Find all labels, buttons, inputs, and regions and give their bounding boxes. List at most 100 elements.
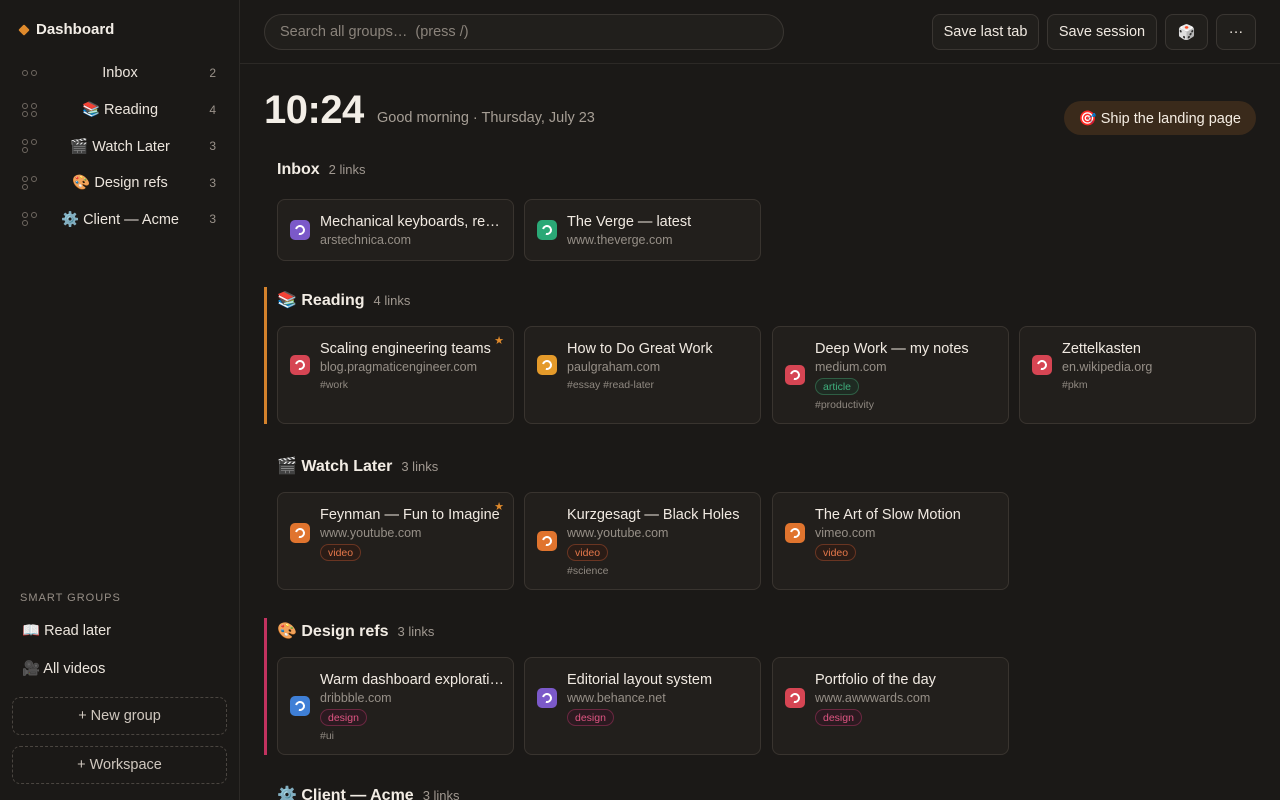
- group-inbox: Inbox 2 links Mechanical keyboards, revi…: [264, 161, 1256, 261]
- more-icon[interactable]: ···: [1216, 14, 1256, 50]
- link-domain: dribbble.com: [320, 691, 392, 705]
- sidebar-item-design-refs[interactable]: 🎨 Design refs 3: [12, 165, 228, 202]
- group-link-count: 3 links: [401, 459, 439, 474]
- sidebar-item-count: 3: [209, 175, 216, 190]
- link-card[interactable]: Feynman — Fun to Imagine www.youtube.com…: [277, 492, 514, 590]
- link-title: Deep Work — my notes: [815, 341, 969, 357]
- sidebar-item-watch-later[interactable]: 🎬 Watch Later 3: [12, 128, 228, 165]
- favicon-icon: [537, 355, 557, 375]
- link-domain: medium.com: [815, 360, 887, 374]
- group-header[interactable]: ⚙️ Client — Acme 3 links: [277, 785, 460, 800]
- sidebar-item-label: 🎬 Watch Later: [70, 138, 170, 155]
- favicon-icon: [785, 688, 805, 708]
- link-card[interactable]: Kurzgesagt — Black Holes www.youtube.com…: [524, 492, 761, 590]
- sidebar-item-count: 4: [209, 102, 216, 117]
- link-card[interactable]: How to Do Great Work paulgraham.com #ess…: [524, 326, 761, 424]
- group-title: Inbox: [277, 161, 320, 178]
- favicon-icon: [785, 523, 805, 543]
- brand-diamond-icon: [18, 23, 30, 36]
- link-title: Scaling engineering teams: [320, 341, 491, 357]
- type-badge: video: [567, 544, 609, 561]
- group-title: ⚙️ Client — Acme: [277, 787, 414, 800]
- group-header[interactable]: Inbox 2 links: [277, 161, 366, 179]
- smart-groups-heading: SMART GROUPS: [20, 592, 121, 604]
- star-icon[interactable]: ★: [494, 500, 504, 513]
- sidebar-item-count: 3: [209, 212, 216, 227]
- link-tags: #essay #read-later: [567, 379, 654, 391]
- link-domain: www.awwwards.com: [815, 691, 931, 705]
- favicon-icon: [290, 220, 310, 240]
- type-badge: design: [320, 709, 367, 726]
- sidebar-item-inbox[interactable]: Inbox 2: [12, 55, 228, 92]
- dice-icon[interactable]: 🎲: [1165, 14, 1208, 50]
- link-tags: #ui: [320, 730, 335, 742]
- greeting: Good morning · Thursday, July 23: [377, 110, 595, 126]
- group-title: 🎬 Watch Later: [277, 458, 393, 475]
- link-domain: en.wikipedia.org: [1062, 360, 1153, 374]
- sidebar: Dashboard Inbox 2 📚 Reading 4 🎬 Watch La…: [0, 0, 240, 800]
- link-title: Warm dashboard exploration: [320, 672, 505, 688]
- group-link-count: 2 links: [328, 162, 366, 177]
- new-workspace-button[interactable]: + Workspace: [12, 746, 227, 784]
- group-client-acme: ⚙️ Client — Acme 3 links: [264, 785, 1256, 800]
- link-title: Zettelkasten: [1062, 341, 1141, 357]
- link-domain: blog.pragmaticengineer.com: [320, 360, 478, 374]
- sidebar-item-label: 🎨 Design refs: [72, 175, 168, 192]
- group-link-count: 3 links: [422, 788, 460, 800]
- type-badge: video: [815, 544, 857, 561]
- favicon-icon: [1032, 355, 1052, 375]
- type-badge: video: [320, 544, 362, 561]
- focus-goal-pill[interactable]: 🎯 Ship the landing page: [1063, 101, 1256, 135]
- favicon-icon: [537, 688, 557, 708]
- link-domain: www.youtube.com: [320, 526, 422, 540]
- group-header[interactable]: 🎬 Watch Later 3 links: [277, 456, 438, 476]
- save-last-tab-button[interactable]: Save last tab: [932, 14, 1039, 50]
- group-header[interactable]: 🎨 Design refs 3 links: [277, 621, 434, 641]
- sidebar-item-client-acme[interactable]: ⚙️ Client — Acme 3: [12, 201, 228, 238]
- type-badge: design: [815, 709, 862, 726]
- link-card[interactable]: Portfolio of the day www.awwwards.com de…: [772, 657, 1009, 755]
- favicon-icon: [290, 523, 310, 543]
- link-card[interactable]: The Art of Slow Motion vimeo.com video: [772, 492, 1009, 590]
- link-card[interactable]: Warm dashboard exploration dribbble.com …: [277, 657, 514, 755]
- link-tags: #science: [567, 565, 609, 577]
- main-content: 10:24 Good morning · Thursday, July 23 🎯…: [240, 64, 1280, 800]
- link-domain: www.behance.net: [567, 691, 666, 705]
- group-link-count: 4 links: [373, 293, 411, 308]
- link-title: How to Do Great Work: [567, 341, 713, 357]
- link-card[interactable]: Zettelkasten en.wikipedia.org #pkm: [1019, 326, 1256, 424]
- group-header[interactable]: 📚 Reading 4 links: [277, 290, 410, 310]
- link-domain: vimeo.com: [815, 526, 876, 540]
- favicon-icon: [785, 365, 805, 385]
- link-title: Mechanical keyboards, reviewed: [320, 214, 505, 230]
- save-session-button[interactable]: Save session: [1047, 14, 1157, 50]
- link-card[interactable]: Deep Work — my notes medium.com article …: [772, 326, 1009, 424]
- sidebar-item-reading[interactable]: 📚 Reading 4: [12, 92, 228, 129]
- link-card[interactable]: Scaling engineering teams blog.pragmatic…: [277, 326, 514, 424]
- search-input[interactable]: [264, 14, 784, 50]
- link-card[interactable]: The Verge — latest www.theverge.com: [524, 199, 761, 261]
- brand[interactable]: Dashboard: [18, 21, 115, 38]
- smart-group-all-videos[interactable]: 🎥 All videos: [22, 660, 105, 677]
- link-domain: www.theverge.com: [567, 233, 673, 247]
- group-nav: Inbox 2 📚 Reading 4 🎬 Watch Later 3 🎨 De…: [12, 55, 228, 238]
- link-domain: paulgraham.com: [567, 360, 661, 374]
- favicon-icon: [290, 696, 310, 716]
- group-title: 📚 Reading: [277, 292, 365, 309]
- sidebar-item-label: 📚 Reading: [81, 102, 159, 119]
- link-title: Feynman — Fun to Imagine: [320, 507, 500, 523]
- link-card[interactable]: Editorial layout system www.behance.net …: [524, 657, 761, 755]
- sidebar-item-label: ⚙️ Client — Acme: [61, 211, 179, 228]
- link-tags: #pkm: [1062, 379, 1088, 391]
- type-badge: article: [815, 378, 860, 395]
- star-icon[interactable]: ★: [494, 334, 504, 347]
- favicon-icon: [537, 531, 557, 551]
- brand-label: Dashboard: [36, 21, 115, 38]
- link-title: The Verge — latest: [567, 214, 692, 230]
- new-group-button[interactable]: + New group: [12, 697, 227, 735]
- link-title: Kurzgesagt — Black Holes: [567, 507, 740, 523]
- smart-group-read-later[interactable]: 📖 Read later: [22, 622, 111, 639]
- link-card[interactable]: Mechanical keyboards, reviewed arstechni…: [277, 199, 514, 261]
- link-title: The Art of Slow Motion: [815, 507, 961, 523]
- sidebar-item-label: Inbox: [102, 65, 138, 82]
